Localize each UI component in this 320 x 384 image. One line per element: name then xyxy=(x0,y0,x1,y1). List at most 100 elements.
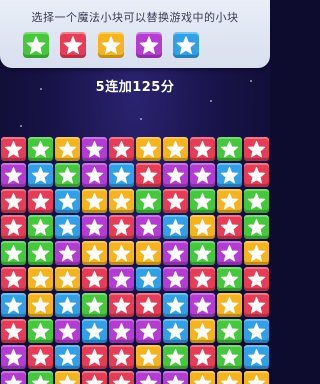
board-block-red[interactable] xyxy=(28,345,53,369)
board-block-yellow[interactable] xyxy=(217,293,242,317)
board-block-yellow[interactable] xyxy=(28,267,53,291)
board-block-red[interactable] xyxy=(244,163,269,187)
board-block-red[interactable] xyxy=(109,371,134,384)
board-block-purple[interactable] xyxy=(109,267,134,291)
magic-blue-block[interactable] xyxy=(173,32,199,58)
board-block-red[interactable] xyxy=(244,267,269,291)
board-block-red[interactable] xyxy=(109,345,134,369)
board-block-red[interactable] xyxy=(1,215,26,239)
board-block-purple[interactable] xyxy=(82,137,107,161)
board-block-yellow[interactable] xyxy=(163,137,188,161)
magic-purple-block[interactable] xyxy=(136,32,162,58)
board-block-purple[interactable] xyxy=(82,215,107,239)
board-block-purple[interactable] xyxy=(82,163,107,187)
board-block-blue[interactable] xyxy=(82,319,107,343)
board-block-yellow[interactable] xyxy=(82,241,107,265)
board-block-red[interactable] xyxy=(1,319,26,343)
board-block-yellow[interactable] xyxy=(109,189,134,213)
board-block-yellow[interactable] xyxy=(217,371,242,384)
board-block-green[interactable] xyxy=(217,267,242,291)
board-block-green[interactable] xyxy=(136,189,161,213)
board-block-red[interactable] xyxy=(244,293,269,317)
board-block-yellow[interactable] xyxy=(109,241,134,265)
board-block-purple[interactable] xyxy=(190,163,215,187)
board-block-purple[interactable] xyxy=(136,371,161,384)
board-block-green[interactable] xyxy=(244,189,269,213)
board-block-red[interactable] xyxy=(190,267,215,291)
board-block-green[interactable] xyxy=(28,319,53,343)
board-block-red[interactable] xyxy=(190,137,215,161)
board-block-red[interactable] xyxy=(244,137,269,161)
board-block-blue[interactable] xyxy=(55,215,80,239)
board-block-purple[interactable] xyxy=(217,241,242,265)
board-block-green[interactable] xyxy=(55,163,80,187)
board-block-purple[interactable] xyxy=(163,267,188,291)
board-block-red[interactable] xyxy=(82,267,107,291)
magic-yellow-block[interactable] xyxy=(98,32,124,58)
board-block-purple[interactable] xyxy=(1,371,26,384)
board-block-green[interactable] xyxy=(28,241,53,265)
board-block-yellow[interactable] xyxy=(28,293,53,317)
board-block-purple[interactable] xyxy=(163,241,188,265)
board-block-purple[interactable] xyxy=(136,319,161,343)
board-block-red[interactable] xyxy=(28,189,53,213)
board-block-yellow[interactable] xyxy=(82,189,107,213)
board-block-blue[interactable] xyxy=(163,215,188,239)
board-block-green[interactable] xyxy=(28,137,53,161)
board-block-blue[interactable] xyxy=(136,267,161,291)
board-block-yellow[interactable] xyxy=(55,267,80,291)
board-block-red[interactable] xyxy=(163,189,188,213)
board-block-yellow[interactable] xyxy=(136,345,161,369)
board-block-green[interactable] xyxy=(163,345,188,369)
board-block-purple[interactable] xyxy=(1,163,26,187)
board-block-yellow[interactable] xyxy=(190,371,215,384)
board-block-blue[interactable] xyxy=(217,163,242,187)
board-block-yellow[interactable] xyxy=(55,371,80,384)
magic-green-block[interactable] xyxy=(23,32,49,58)
board-block-blue[interactable] xyxy=(244,319,269,343)
board-block-blue[interactable] xyxy=(244,345,269,369)
board-block-green[interactable] xyxy=(217,345,242,369)
board-block-green[interactable] xyxy=(217,319,242,343)
board-block-yellow[interactable] xyxy=(136,137,161,161)
board-block-blue[interactable] xyxy=(55,189,80,213)
board-block-purple[interactable] xyxy=(109,319,134,343)
board-block-yellow[interactable] xyxy=(190,215,215,239)
board-block-green[interactable] xyxy=(28,215,53,239)
board-block-yellow[interactable] xyxy=(244,371,269,384)
board-block-green[interactable] xyxy=(244,215,269,239)
board-block-red[interactable] xyxy=(82,371,107,384)
board-block-yellow[interactable] xyxy=(244,241,269,265)
board-block-red[interactable] xyxy=(217,215,242,239)
board-block-red[interactable] xyxy=(1,189,26,213)
board-block-green[interactable] xyxy=(190,241,215,265)
board-block-red[interactable] xyxy=(136,163,161,187)
board-block-blue[interactable] xyxy=(55,345,80,369)
board-block-yellow[interactable] xyxy=(190,319,215,343)
board-block-purple[interactable] xyxy=(163,371,188,384)
magic-red-block[interactable] xyxy=(60,32,86,58)
board-block-red[interactable] xyxy=(1,137,26,161)
board-block-purple[interactable] xyxy=(163,163,188,187)
board-block-purple[interactable] xyxy=(55,241,80,265)
board-block-purple[interactable] xyxy=(1,345,26,369)
board-block-red[interactable] xyxy=(109,137,134,161)
board-block-red[interactable] xyxy=(190,345,215,369)
board-block-green[interactable] xyxy=(82,293,107,317)
board-block-purple[interactable] xyxy=(190,293,215,317)
board-block-yellow[interactable] xyxy=(136,241,161,265)
board-block-blue[interactable] xyxy=(163,319,188,343)
board-block-green[interactable] xyxy=(217,137,242,161)
board-block-red[interactable] xyxy=(136,293,161,317)
board-block-green[interactable] xyxy=(28,371,53,384)
board-block-blue[interactable] xyxy=(1,293,26,317)
board-block-blue[interactable] xyxy=(28,163,53,187)
board-block-purple[interactable] xyxy=(136,215,161,239)
board-block-red[interactable] xyxy=(1,267,26,291)
board-block-red[interactable] xyxy=(82,345,107,369)
board-block-green[interactable] xyxy=(190,189,215,213)
board-block-blue[interactable] xyxy=(109,163,134,187)
board-block-blue[interactable] xyxy=(55,293,80,317)
board-block-green[interactable] xyxy=(1,241,26,265)
board-block-blue[interactable] xyxy=(163,293,188,317)
